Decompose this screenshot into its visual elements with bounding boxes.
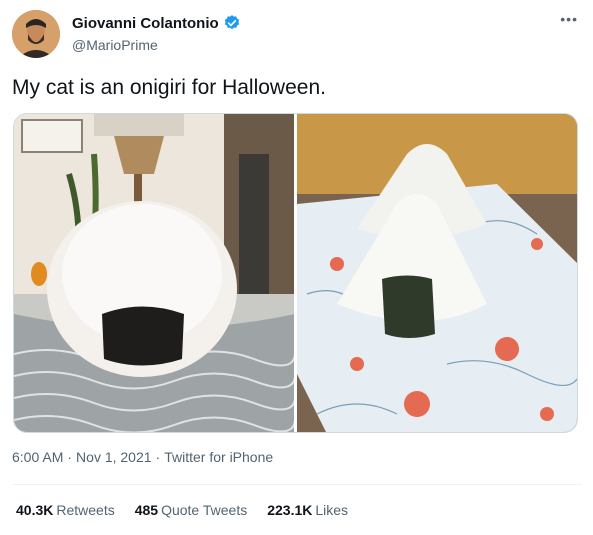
cat-photo[interactable] — [14, 114, 294, 432]
retweets-stat[interactable]: 40.3K Retweets — [16, 502, 115, 518]
retweets-count: 40.3K — [16, 502, 54, 518]
handle[interactable]: @MarioPrime — [72, 37, 241, 53]
tweet-stats: 40.3K Retweets 485 Quote Tweets 223.1K Like… — [16, 502, 348, 518]
tweet-meta: 6:00 AM · Nov 1, 2021 · Twitter for iPho… — [12, 449, 273, 465]
likes-count: 223.1K — [267, 502, 313, 518]
author-names: Giovanni Colantonio @MarioPrime — [72, 14, 241, 53]
avatar-image — [12, 10, 60, 58]
tweet-date[interactable]: Nov 1, 2021 — [76, 449, 152, 465]
onigiri-photo[interactable] — [296, 114, 577, 432]
media-grid — [13, 113, 578, 433]
display-name[interactable]: Giovanni Colantonio — [72, 15, 219, 32]
divider — [12, 484, 582, 485]
avatar[interactable] — [12, 10, 60, 58]
meta-separator: · — [155, 449, 161, 465]
more-options-icon[interactable]: ••• — [560, 12, 578, 26]
tweet-source[interactable]: Twitter for iPhone — [164, 449, 273, 465]
meta-separator: · — [67, 449, 73, 465]
verified-badge-icon — [223, 14, 241, 32]
tweet: Giovanni Colantonio @MarioPrime ••• My c… — [0, 0, 593, 535]
tweet-header: Giovanni Colantonio @MarioPrime ••• — [12, 8, 582, 60]
quote-tweets-count: 485 — [134, 502, 159, 518]
quote-tweets-stat[interactable]: 485 Quote Tweets — [135, 502, 248, 518]
quote-tweets-label: Quote Tweets — [161, 502, 248, 518]
likes-label: Likes — [315, 502, 349, 518]
tweet-text: My cat is an onigiri for Halloween. — [12, 76, 326, 99]
tweet-time[interactable]: 6:00 AM — [12, 449, 63, 465]
retweets-label: Retweets — [56, 502, 115, 518]
likes-stat[interactable]: 223.1K Likes — [267, 502, 348, 518]
